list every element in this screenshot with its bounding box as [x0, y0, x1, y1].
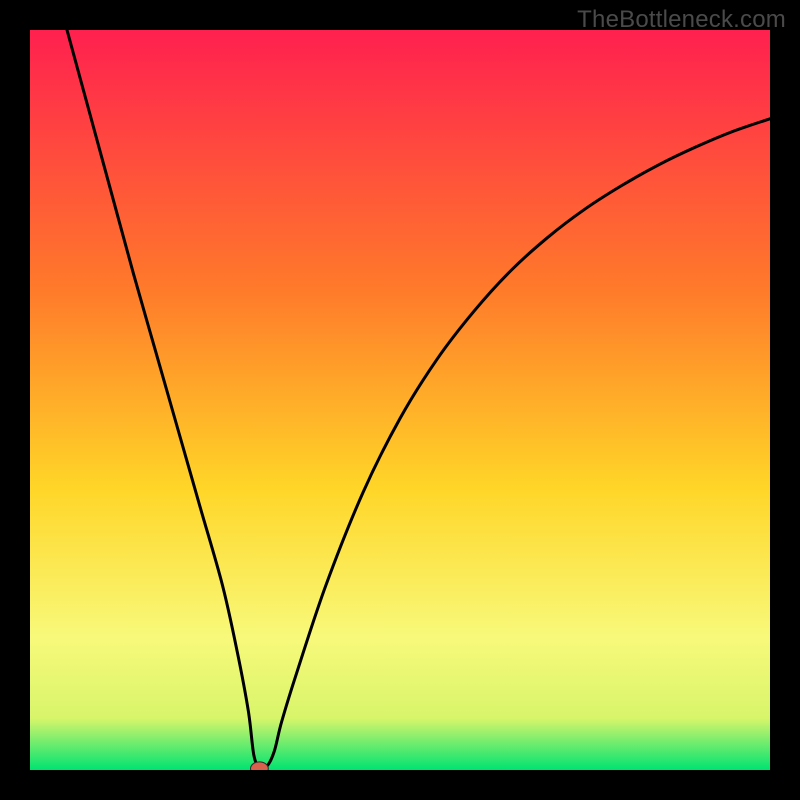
plot-area — [30, 30, 770, 770]
gradient-background — [30, 30, 770, 770]
watermark-text: TheBottleneck.com — [577, 6, 786, 34]
chart-frame: TheBottleneck.com — [0, 0, 800, 800]
bottleneck-chart — [30, 30, 770, 770]
